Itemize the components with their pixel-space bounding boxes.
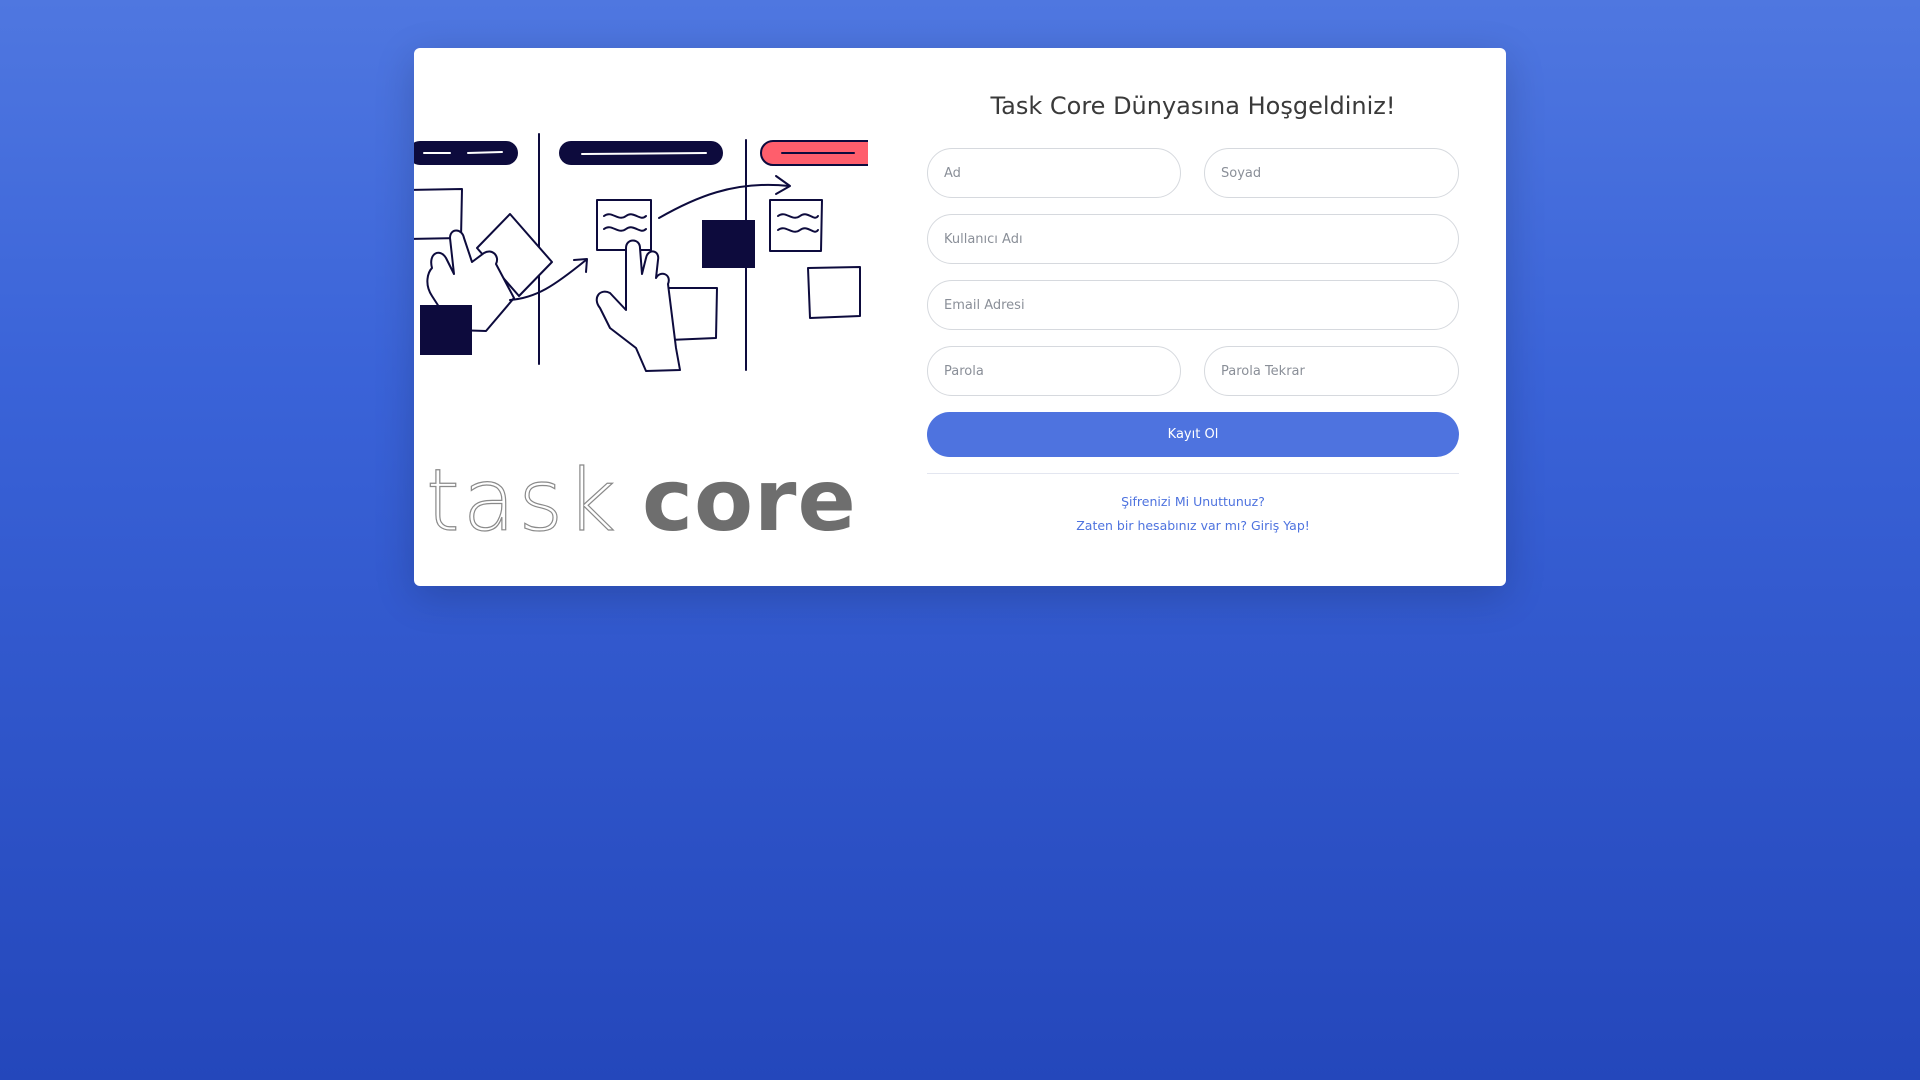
login-link[interactable]: Zaten bir hesabınız var mı? Giriş Yap! (927, 518, 1459, 533)
logo-task-text: task (426, 451, 619, 551)
username-input[interactable] (927, 214, 1459, 264)
first-name-input[interactable] (927, 148, 1181, 198)
kanban-illustration-icon: task core (414, 133, 868, 552)
form-title: Task Core Dünyasına Hoşgeldiniz! (990, 92, 1396, 120)
register-form: Task Core Dünyasına Hoşgeldiniz! Kayıt O… (927, 48, 1459, 586)
register-button[interactable]: Kayıt Ol (927, 412, 1459, 457)
last-name-input[interactable] (1204, 148, 1459, 198)
register-card: task core Task Core Dünyasına Hoşgeldini… (414, 48, 1506, 586)
password-input[interactable] (927, 346, 1181, 396)
email-input[interactable] (927, 280, 1459, 330)
divider (927, 473, 1459, 474)
password-repeat-input[interactable] (1204, 346, 1459, 396)
logo-core-text: core (642, 451, 857, 551)
illustration-panel: task core (414, 48, 868, 586)
forgot-password-link[interactable]: Şifrenizi Mi Unuttunuz? (927, 494, 1459, 509)
